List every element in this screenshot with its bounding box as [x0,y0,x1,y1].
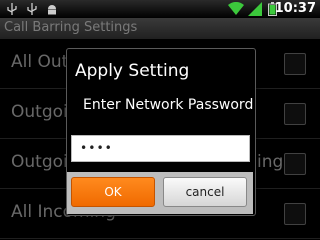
dialog-title: Apply Setting [75,61,190,81]
password-field[interactable]: •••• [71,135,250,162]
ok-button[interactable]: OK [71,177,155,207]
status-bar: 10:37 [0,0,320,18]
apply-setting-dialog: Apply Setting Enter Network Password •••… [66,48,256,216]
android-icon [48,5,56,15]
usb-debug-icon [27,3,37,15]
dialog-message: Enter Network Password [83,97,254,113]
cancel-button[interactable]: cancel [163,177,247,207]
clock: 10:37 [274,1,316,16]
signal-icon [248,2,262,16]
usb-icon [7,3,17,15]
dialog-body: Enter Network Password •••• [67,85,253,179]
dialog-footer: OK cancel [67,172,253,214]
wifi-icon [228,2,244,15]
